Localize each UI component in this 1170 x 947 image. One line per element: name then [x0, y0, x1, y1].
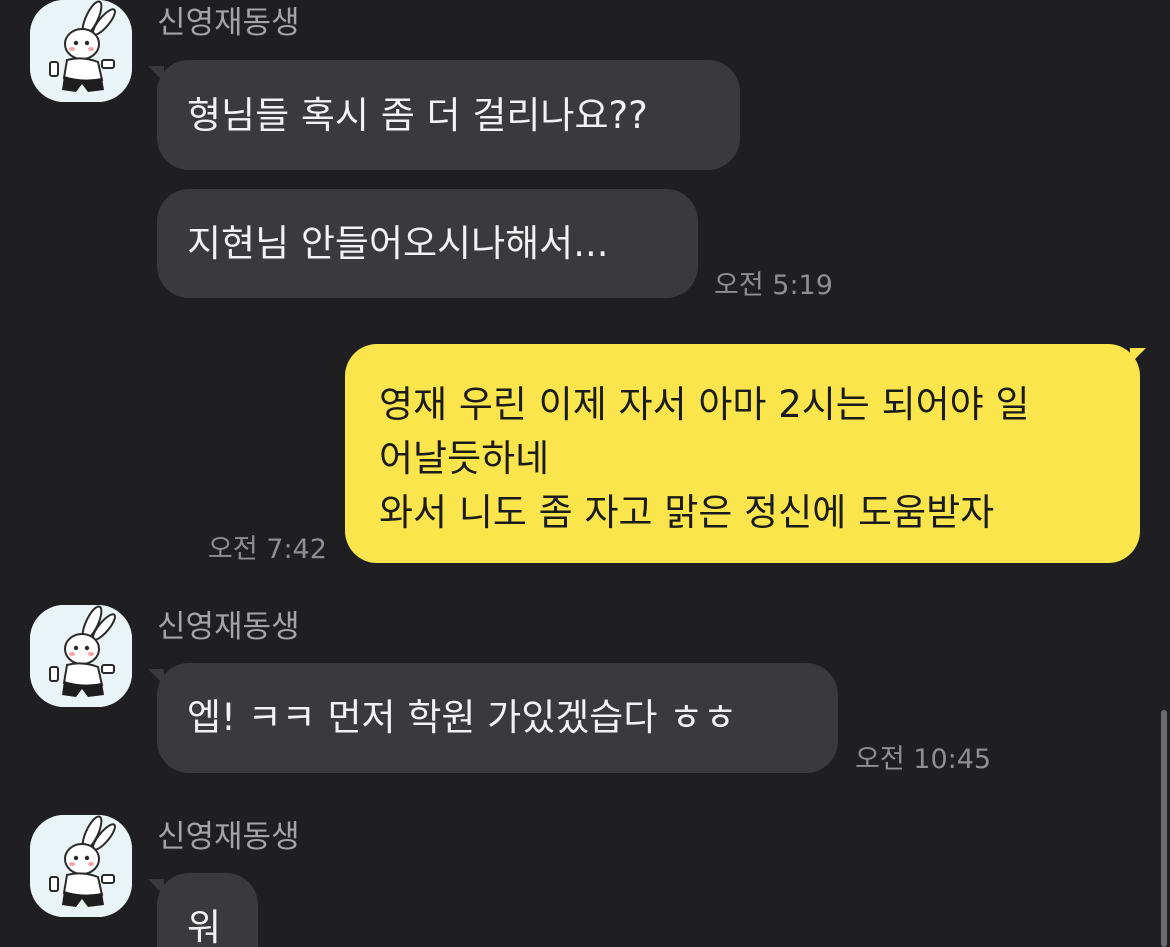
message-text: 엡! ㅋㅋ 먼저 학원 가있겠습다 ㅎㅎ: [187, 696, 738, 739]
rabbit-avatar-icon[interactable]: [30, 815, 132, 917]
message-bubble[interactable]: 엡! ㅋㅋ 먼저 학원 가있겠습다 ㅎㅎ: [157, 663, 838, 773]
message-time: 오전 10:45: [855, 744, 992, 775]
scrollbar[interactable]: [1161, 710, 1167, 947]
message-bubble[interactable]: 워: [157, 873, 258, 947]
rabbit-avatar-icon[interactable]: [30, 605, 132, 707]
message-bubble-outgoing[interactable]: 영재 우린 이제 자서 아마 2시는 되어야 일 어날듯하네 와서 니도 좀 자…: [345, 344, 1140, 563]
sender-name: 신영재동생: [157, 819, 300, 855]
message-time: 오전 7:42: [208, 534, 327, 565]
message-time: 오전 5:19: [714, 270, 833, 301]
message-text: 어날듯하네: [379, 437, 550, 480]
message-text: 형님들 혹시 좀 더 걸리나요??: [187, 94, 648, 137]
message-bubble[interactable]: 형님들 혹시 좀 더 걸리나요??: [157, 60, 740, 170]
sender-name: 신영재동생: [157, 609, 300, 645]
chat-screen: 신영재동생 형님들 혹시 좀 더 걸리나요?? 지현님 안들어오시나해서... …: [0, 0, 1170, 947]
message-text: 영재 우린 이제 자서 아마 2시는 되어야 일: [379, 383, 1030, 426]
message-text: 지현님 안들어오시나해서...: [187, 222, 609, 265]
sender-name: 신영재동생: [157, 5, 300, 41]
message-text: 와서 니도 좀 자고 맑은 정신에 도움받자: [379, 491, 995, 534]
message-text: 워: [187, 906, 222, 947]
message-bubble[interactable]: 지현님 안들어오시나해서...: [157, 189, 698, 298]
rabbit-avatar-icon[interactable]: [30, 0, 132, 102]
